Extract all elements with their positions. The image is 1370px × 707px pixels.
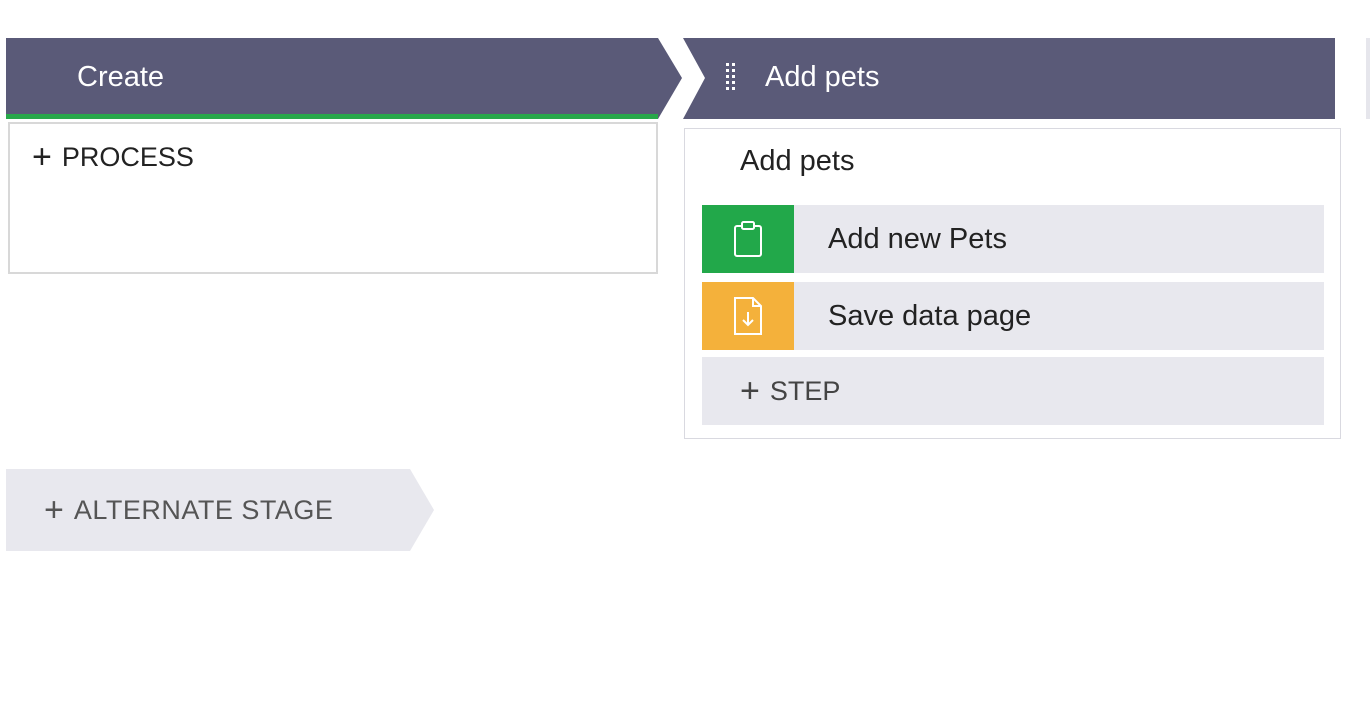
plus-icon: + bbox=[44, 491, 64, 529]
add-alternate-stage-label: ALTERNATE STAGE bbox=[73, 494, 334, 525]
plus-icon: + bbox=[740, 372, 760, 410]
step-label: Save data page bbox=[828, 300, 1032, 332]
add-step-button[interactable]: + STEP bbox=[702, 357, 1324, 425]
next-stage-edge bbox=[1366, 38, 1370, 119]
stage-create-label: Create bbox=[77, 61, 165, 93]
save-data-icon bbox=[734, 297, 762, 335]
add-alternate-stage-button[interactable]: + ALTERNATE STAGE bbox=[6, 469, 434, 551]
stage-add-pets-label: Add pets bbox=[765, 61, 880, 93]
step-add-new-pets[interactable]: Add new Pets bbox=[702, 205, 1324, 273]
stage-add-pets[interactable]: Add pets bbox=[683, 38, 1335, 119]
active-stage-indicator bbox=[6, 114, 658, 119]
add-pets-stage-panel: Add pets Add new Pets Save data page + S… bbox=[684, 128, 1341, 439]
step-save-data-page[interactable]: Save data page bbox=[702, 282, 1324, 350]
step-icon-box bbox=[702, 205, 794, 273]
create-stage-panel: + PROCESS bbox=[8, 122, 658, 274]
step-label: Add new Pets bbox=[828, 223, 1007, 255]
clipboard-icon bbox=[734, 221, 762, 257]
stage-create[interactable]: Create bbox=[6, 38, 682, 119]
add-process-label: PROCESS bbox=[61, 141, 194, 172]
step-icon-box bbox=[702, 282, 794, 350]
process-title[interactable]: Add pets bbox=[740, 145, 854, 178]
add-process-button[interactable]: + PROCESS bbox=[32, 140, 194, 174]
drag-handle-icon[interactable] bbox=[725, 63, 737, 95]
add-step-label: STEP bbox=[769, 375, 841, 406]
plus-icon: + bbox=[32, 138, 52, 176]
